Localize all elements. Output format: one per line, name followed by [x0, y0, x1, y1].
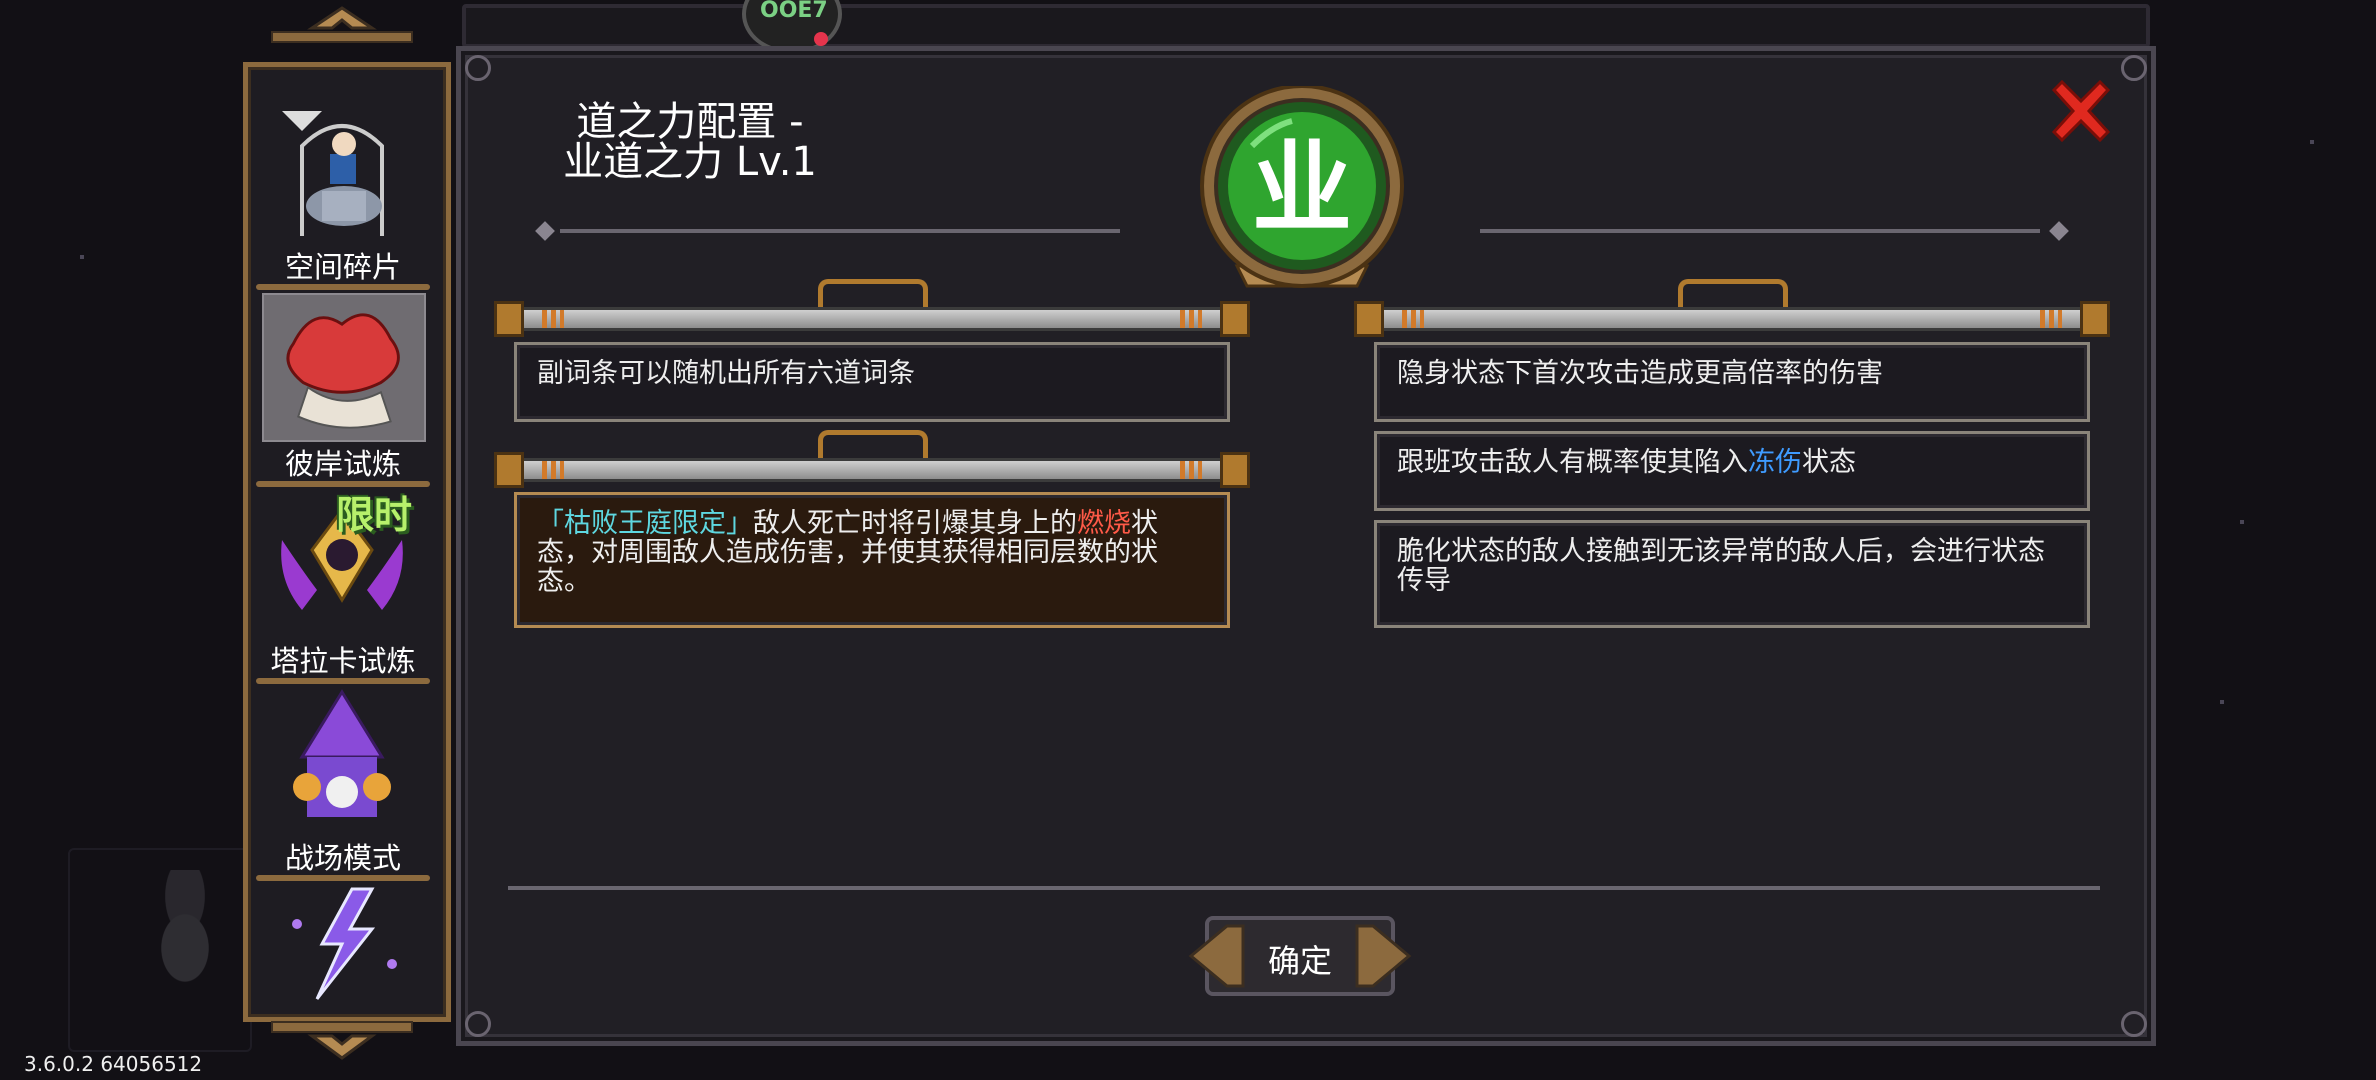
confirm-button[interactable]: 确定 — [1187, 910, 1413, 1002]
notification-dot — [814, 32, 828, 46]
description-text: 副词条可以随机出所有六道词条 — [537, 358, 915, 389]
sidebar-divider — [256, 678, 430, 684]
space-fragment-icon — [262, 96, 422, 241]
sidebar-item-label: 空间碎片 — [284, 250, 401, 284]
dialog-corner-ornament — [465, 1011, 491, 1037]
sidebar-item-battlefield-mode[interactable]: 战场模式 — [256, 687, 430, 882]
title-divider — [1480, 229, 2040, 233]
sidebar-item-lightning-mode[interactable] — [258, 884, 428, 1004]
right-description-1: 隐身状态下首次攻击造成更高倍率的伤害 — [1374, 342, 2090, 422]
title-divider — [560, 229, 1120, 233]
background-star — [2310, 140, 2314, 144]
background-lotus-icon — [130, 870, 240, 1000]
background-star — [2240, 520, 2244, 524]
burn-keyword: 燃烧 — [1077, 508, 1131, 539]
other-shore-trial-icon — [262, 293, 426, 442]
close-icon — [2051, 79, 2111, 143]
sidebar-item-space-fragment[interactable]: 空间碎片 — [256, 96, 430, 291]
left-description-1: 副词条可以随机出所有六道词条 — [514, 342, 1230, 422]
sidebar-scroll-up-icon[interactable] — [252, 6, 432, 46]
sidebar-item-label: 塔拉卡试炼 — [270, 644, 416, 678]
bottom-divider — [508, 886, 2100, 890]
right-description-2: 跟班攻击敌人有概率使其陷入冻伤状态 — [1374, 431, 2090, 511]
right-description-3: 脆化状态的敌人接触到无该异常的敌人后，会进行状态传导 — [1374, 520, 2090, 628]
sidebar-item-label: 彼岸试炼 — [284, 447, 401, 481]
dialog-title-line1: 道之力配置 - — [576, 99, 804, 145]
top-status-strip — [462, 4, 2150, 48]
sidebar-scroll-down-icon[interactable] — [252, 1020, 432, 1060]
close-button[interactable] — [2048, 76, 2114, 146]
right-scroll-header — [1354, 279, 2110, 337]
description-text: 跟班攻击敌人有概率使其陷入 — [1397, 447, 1748, 478]
sidebar-divider — [256, 875, 430, 881]
left-description-2: 「枯败王庭限定」敌人死亡时将引爆其身上的燃烧状态，对周围敌人造成伤害，并使其获得… — [514, 492, 1230, 628]
version-label: 3.6.0.2 64056512 — [24, 1052, 203, 1076]
limited-time-badge: 限时 — [336, 493, 413, 537]
background-star — [80, 255, 84, 259]
lightning-mode-icon — [262, 884, 422, 1000]
sidebar-item-other-shore-trial[interactable]: 彼岸试炼 — [256, 293, 430, 488]
karma-power-emblem: 业 — [1197, 84, 1407, 296]
battlefield-mode-icon — [262, 687, 422, 832]
dialog-title-line2: 业道之力 Lv.1 — [563, 139, 817, 185]
left-scroll-header-2 — [494, 430, 1250, 488]
dialog-corner-ornament — [2121, 1011, 2147, 1037]
frostbite-keyword: 冻伤 — [1748, 447, 1802, 478]
dialog-title: 道之力配置 - 业道之力 Lv.1 — [555, 102, 825, 182]
dialog-corner-ornament — [2121, 55, 2147, 81]
background-star — [2220, 700, 2224, 704]
sidebar-item-taraka-trial[interactable]: 限时 塔拉卡试炼 — [256, 490, 430, 685]
left-scroll-header — [494, 279, 1250, 337]
karma-glyph: 业 — [1252, 130, 1352, 247]
sidebar-divider — [256, 284, 430, 290]
description-text: 隐身状态下首次攻击造成更高倍率的伤害 — [1397, 358, 1883, 389]
confirm-button-label: 确定 — [1267, 942, 1332, 980]
top-avatar-text: OOE7 — [760, 0, 828, 23]
description-text: 状态 — [1802, 447, 1856, 478]
sidebar-item-label: 战场模式 — [284, 841, 401, 875]
dialog-corner-ornament — [465, 55, 491, 81]
description-text: 敌人死亡时将引爆其身上的 — [753, 508, 1077, 539]
limited-tag: 「枯败王庭限定」 — [537, 508, 753, 539]
description-text: 脆化状态的敌人接触到无该异常的敌人后，会进行状态传导 — [1397, 536, 2045, 596]
